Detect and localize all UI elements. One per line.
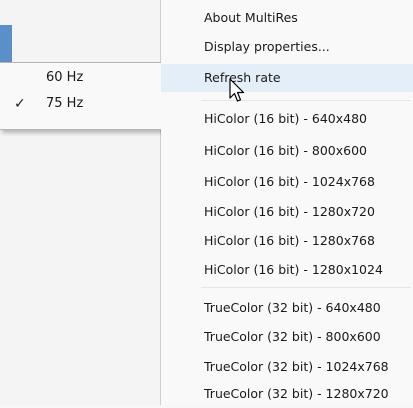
submenu-item-label: 60 Hz [46, 70, 84, 85]
menu-item-label: TrueColor (32 bit) - 1280x720 [204, 386, 389, 401]
menu-item-label: About MultiRes [204, 10, 298, 25]
menu-item-refresh-rate[interactable]: Refresh rate [161, 64, 413, 92]
desktop-background [0, 0, 161, 405]
menu-item-hicolor-1280x720[interactable]: HiColor (16 bit) - 1280x720 [161, 198, 413, 226]
menu-item-label: HiColor (16 bit) - 640x480 [204, 111, 367, 126]
menu-item-truecolor-800x600[interactable]: TrueColor (32 bit) - 800x600 [161, 323, 413, 351]
submenu-item-60hz[interactable]: 60 Hz [0, 65, 160, 91]
menu-item-hicolor-800x600[interactable]: HiColor (16 bit) - 800x600 [161, 137, 413, 165]
menu-item-label: TrueColor (32 bit) - 800x600 [204, 329, 381, 344]
taskbar-accent [0, 25, 12, 63]
refresh-rate-submenu: 60 Hz ✓ 75 Hz [0, 62, 164, 130]
menu-item-hicolor-1280x768[interactable]: HiColor (16 bit) - 1280x768 [161, 227, 413, 255]
menu-item-hicolor-1024x768[interactable]: HiColor (16 bit) - 1024x768 [161, 168, 413, 196]
menu-item-truecolor-640x480[interactable]: TrueColor (32 bit) - 640x480 [161, 294, 413, 322]
menu-item-label: Display properties... [204, 39, 330, 54]
menu-item-label: TrueColor (32 bit) - 1024x768 [204, 359, 389, 374]
context-menu: About MultiRes Display properties... Ref… [161, 0, 413, 405]
menu-item-label: HiColor (16 bit) - 800x600 [204, 143, 367, 158]
submenu-item-75hz[interactable]: ✓ 75 Hz [0, 91, 160, 117]
mouse-pointer-icon [229, 78, 245, 102]
submenu-item-label: 75 Hz [46, 96, 84, 111]
menu-separator [201, 287, 411, 288]
menu-item-about[interactable]: About MultiRes [161, 4, 413, 32]
menu-item-label: HiColor (16 bit) - 1024x768 [204, 174, 375, 189]
menu-item-hicolor-640x480[interactable]: HiColor (16 bit) - 640x480 [161, 105, 413, 133]
menu-item-display-properties[interactable]: Display properties... [161, 33, 413, 61]
menu-item-label: HiColor (16 bit) - 1280x768 [204, 233, 375, 248]
menu-item-label: TrueColor (32 bit) - 640x480 [204, 300, 381, 315]
menu-item-truecolor-1280x720[interactable]: TrueColor (32 bit) - 1280x720 [161, 380, 413, 408]
menu-item-label: HiColor (16 bit) - 1280x1024 [204, 262, 383, 277]
menu-item-hicolor-1280x1024[interactable]: HiColor (16 bit) - 1280x1024 [161, 256, 413, 284]
menu-item-label: HiColor (16 bit) - 1280x720 [204, 204, 375, 219]
menu-item-truecolor-1024x768[interactable]: TrueColor (32 bit) - 1024x768 [161, 353, 413, 381]
checkmark-icon: ✓ [14, 96, 26, 112]
